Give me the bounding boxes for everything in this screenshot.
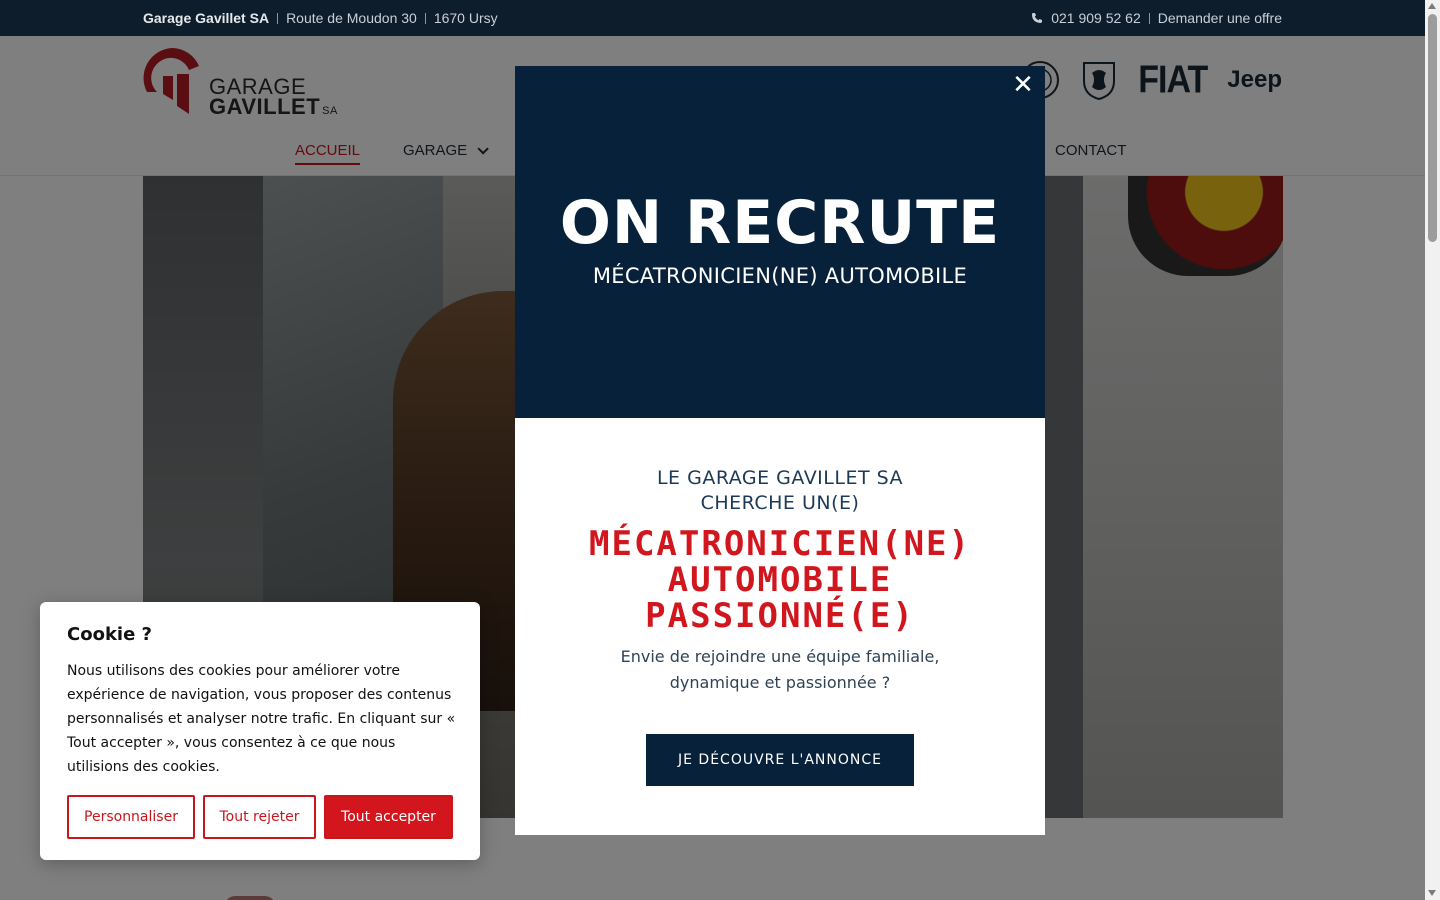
modal-body: Envie de rejoindre une équipe familiale,… <box>575 644 985 696</box>
top-bar: Garage Gavillet SA Route de Moudon 30 16… <box>0 0 1425 36</box>
reject-cookies-button[interactable]: Tout rejeter <box>203 795 316 839</box>
phone-link[interactable]: 021 909 52 62 <box>1051 10 1141 26</box>
scrollbar-thumb[interactable] <box>1428 14 1437 242</box>
modal-header: ON RECRUTE MÉCATRONICIEN(NE) AUTOMOBILE … <box>515 66 1045 418</box>
scrollbar[interactable] <box>1425 0 1440 900</box>
company-name: Garage Gavillet SA <box>143 10 270 26</box>
topbar-contact: 021 909 52 62 Demander une offre <box>1031 10 1282 26</box>
modal-lead-line: CHERCHE UN(E) <box>700 492 860 514</box>
modal-lead-line: LE GARAGE GAVILLET SA <box>656 467 904 489</box>
separator <box>1148 12 1150 24</box>
modal-job-title: MÉCATRONICIEN(NE) AUTOMOBILE PASSIONNÉ(E… <box>555 526 1005 634</box>
offer-link[interactable]: Demander une offre <box>1158 10 1282 26</box>
city: 1670 Ursy <box>433 10 498 26</box>
view-job-button[interactable]: JE DÉCOUVRE L'ANNONCE <box>646 734 914 786</box>
recruitment-modal: ON RECRUTE MÉCATRONICIEN(NE) AUTOMOBILE … <box>515 66 1045 835</box>
phone-icon <box>1031 11 1045 25</box>
scroll-down-icon[interactable] <box>1428 890 1436 896</box>
address: Route de Moudon 30 <box>286 10 417 26</box>
modal-subtitle: MÉCATRONICIEN(NE) AUTOMOBILE <box>592 264 968 288</box>
customize-cookies-button[interactable]: Personnaliser <box>67 795 195 839</box>
modal-body-line: Envie de rejoindre une équipe familiale, <box>620 647 940 666</box>
topbar-info: Garage Gavillet SA Route de Moudon 30 16… <box>143 10 498 26</box>
cookie-banner: Cookie ? Nous utilisons des cookies pour… <box>40 602 480 860</box>
modal-lead: LE GARAGE GAVILLET SA CHERCHE UN(E) <box>555 466 1005 516</box>
job-title-line: PASSIONNÉ(E) <box>645 596 915 636</box>
separator <box>424 12 426 24</box>
job-title-line: MÉCATRONICIEN(NE) <box>589 524 971 564</box>
close-icon[interactable]: ✕ <box>1012 72 1034 98</box>
job-title-line: AUTOMOBILE <box>667 560 893 600</box>
accept-cookies-button[interactable]: Tout accepter <box>324 795 453 839</box>
scroll-up-icon[interactable] <box>1428 3 1436 9</box>
separator <box>277 12 279 24</box>
modal-body-line: dynamique et passionnée ? <box>669 673 891 692</box>
cookie-title: Cookie ? <box>67 624 152 645</box>
modal-title: ON RECRUTE <box>559 188 1001 258</box>
cookie-text: Nous utilisons des cookies pour améliore… <box>67 663 456 775</box>
